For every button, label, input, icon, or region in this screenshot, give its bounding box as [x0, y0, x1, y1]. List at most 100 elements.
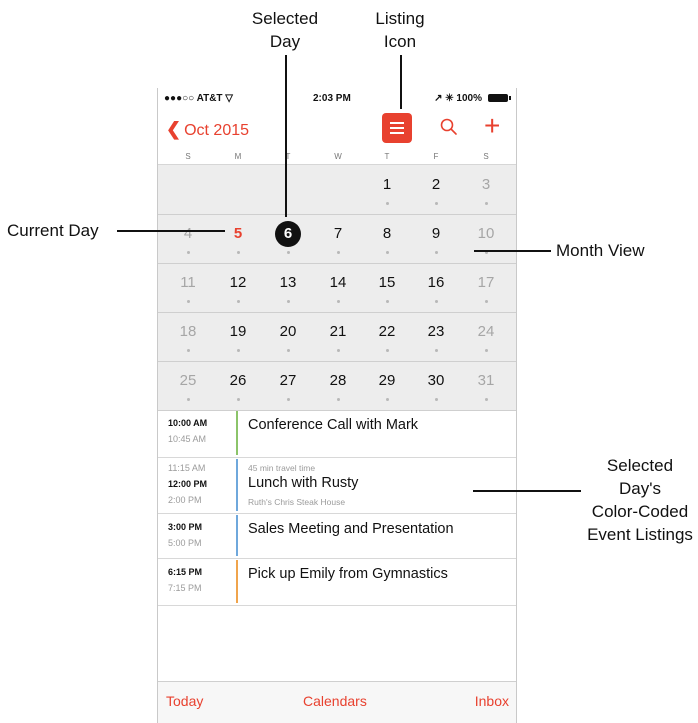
phone-screen: ●●●○○ AT&T ▽ 2:03 PM ↗ ✳ 100% ❮ Oct 2015 … — [157, 88, 517, 723]
weekday-label: S — [483, 152, 489, 161]
nav-bar: ❮ Oct 2015 + — [158, 106, 516, 150]
event-dot — [385, 251, 389, 254]
day-number: 14 — [329, 274, 347, 291]
weekday-label: M — [234, 152, 242, 161]
day-cell[interactable]: 10 — [461, 214, 511, 262]
day-cell[interactable]: 29 — [362, 361, 412, 409]
event-color-bar — [236, 515, 238, 556]
search-icon[interactable] — [440, 118, 458, 141]
day-cell[interactable]: 15 — [362, 263, 412, 311]
event-row[interactable]: 6:15 PM 7:15 PM Pick up Emily from Gymnast… — [158, 558, 516, 606]
day-number: 25 — [179, 372, 197, 389]
add-event-icon[interactable]: + — [484, 110, 500, 142]
event-row[interactable]: 10:00 AM 10:45 AM Conference Call with Mar… — [158, 409, 516, 458]
day-cell[interactable]: 7 — [313, 214, 363, 262]
weekday-label: T — [384, 152, 390, 161]
event-start-time: 12:00 PM — [168, 479, 208, 489]
tab-inbox[interactable]: Inbox — [475, 693, 509, 709]
day-number: 6 — [275, 221, 301, 247]
event-dot — [484, 300, 488, 303]
day-cell[interactable]: 13 — [263, 263, 313, 311]
day-cell[interactable]: 18 — [163, 312, 213, 360]
day-number: 5 — [233, 225, 243, 242]
tab-today[interactable]: Today — [166, 693, 203, 709]
event-dot — [434, 300, 438, 303]
event-row[interactable]: 11:15 AM 12:00 PM 2:00 PM 45 min travel tim… — [158, 457, 516, 514]
day-cell[interactable]: 4 — [163, 214, 213, 262]
event-title: Conference Call with Mark — [248, 417, 419, 433]
event-dot — [385, 398, 389, 401]
day-cell[interactable]: 12 — [213, 263, 263, 311]
day-number: 4 — [183, 225, 193, 242]
event-row[interactable]: 3:00 PM 5:00 PM Sales Meeting and Presenta… — [158, 513, 516, 559]
day-cell[interactable]: 21 — [313, 312, 363, 360]
day-number: 13 — [279, 274, 297, 291]
day-cell[interactable]: 6 — [263, 214, 313, 262]
event-dot — [336, 300, 340, 303]
event-title: Lunch with Rusty — [248, 475, 359, 491]
day-cell[interactable]: 31 — [461, 361, 511, 409]
day-cell[interactable]: 26 — [213, 361, 263, 409]
annotation-selected-day-line2: Day — [269, 32, 301, 51]
weekday-label: T — [285, 152, 291, 161]
day-cell[interactable]: 20 — [263, 312, 313, 360]
day-cell[interactable]: 1 — [362, 165, 412, 213]
battery-icon — [488, 94, 511, 102]
day-cell[interactable]: 28 — [313, 361, 363, 409]
annotation-event-listings-line1: Selected Day's — [606, 456, 674, 498]
day-number: 27 — [279, 372, 297, 389]
day-cell[interactable]: 3 — [461, 165, 511, 213]
back-label: Oct 2015 — [184, 122, 250, 139]
back-button[interactable]: ❮ Oct 2015 — [166, 119, 249, 140]
event-dot — [236, 349, 240, 352]
event-dot — [385, 300, 389, 303]
event-dot — [484, 202, 488, 205]
day-number: 21 — [329, 323, 347, 340]
event-end-time: 2:00 PM — [168, 495, 202, 505]
day-cell[interactable]: 14 — [313, 263, 363, 311]
day-cell[interactable]: 24 — [461, 312, 511, 360]
day-cell[interactable]: 8 — [362, 214, 412, 262]
event-dot — [434, 202, 438, 205]
status-bar: ●●●○○ AT&T ▽ 2:03 PM ↗ ✳ 100% — [158, 88, 516, 106]
day-cell[interactable]: 5 — [213, 214, 263, 262]
event-dot — [186, 300, 190, 303]
day-cell[interactable]: 16 — [411, 263, 461, 311]
annotation-current-day: Current Day — [7, 221, 99, 240]
status-time: 2:03 PM — [313, 93, 351, 104]
annotation-selected-day: Selected Day — [240, 7, 330, 53]
day-cell[interactable]: 17 — [461, 263, 511, 311]
day-number: 24 — [477, 323, 495, 340]
annotation-event-listings-line3: Event Listings — [587, 525, 693, 544]
event-times: 6:15 PM 7:15 PM — [168, 564, 230, 596]
week-row: 1 2 3 — [158, 165, 516, 215]
day-number: 31 — [477, 372, 495, 389]
weekday-label: F — [433, 152, 439, 161]
month-grid: 1 2 3 4 5 6 7 8 9 10 11 12 13 14 15 16 17 18 19 20 21 22 23 24 2… — [158, 164, 516, 411]
listing-icon[interactable] — [382, 113, 412, 143]
callout-line-current-day — [117, 230, 225, 232]
event-dot — [434, 398, 438, 401]
day-cell[interactable]: 22 — [362, 312, 412, 360]
day-cell[interactable]: 30 — [411, 361, 461, 409]
event-times: 10:00 AM 10:45 AM — [168, 415, 230, 447]
day-cell[interactable]: 25 — [163, 361, 213, 409]
event-location: Ruth's Chris Steak House — [248, 497, 346, 507]
event-dot — [186, 251, 190, 254]
day-cell[interactable]: 19 — [213, 312, 263, 360]
day-cell[interactable]: 11 — [163, 263, 213, 311]
annotation-event-listings: Selected Day's Color-Coded Event Listing… — [585, 454, 695, 546]
tab-calendars[interactable]: Calendars — [303, 693, 367, 709]
event-dot — [385, 202, 389, 205]
event-start-time: 3:00 PM — [168, 522, 203, 532]
day-cell[interactable]: 23 — [411, 312, 461, 360]
event-end-time: 5:00 PM — [168, 538, 202, 548]
annotation-event-listings-line2: Color-Coded — [591, 502, 689, 521]
event-dot — [286, 349, 290, 352]
day-cell[interactable]: 2 — [411, 165, 461, 213]
weekday-label: S — [185, 152, 191, 161]
event-dot — [286, 398, 290, 401]
day-number: 1 — [382, 176, 392, 193]
day-cell[interactable]: 9 — [411, 214, 461, 262]
day-cell[interactable]: 27 — [263, 361, 313, 409]
